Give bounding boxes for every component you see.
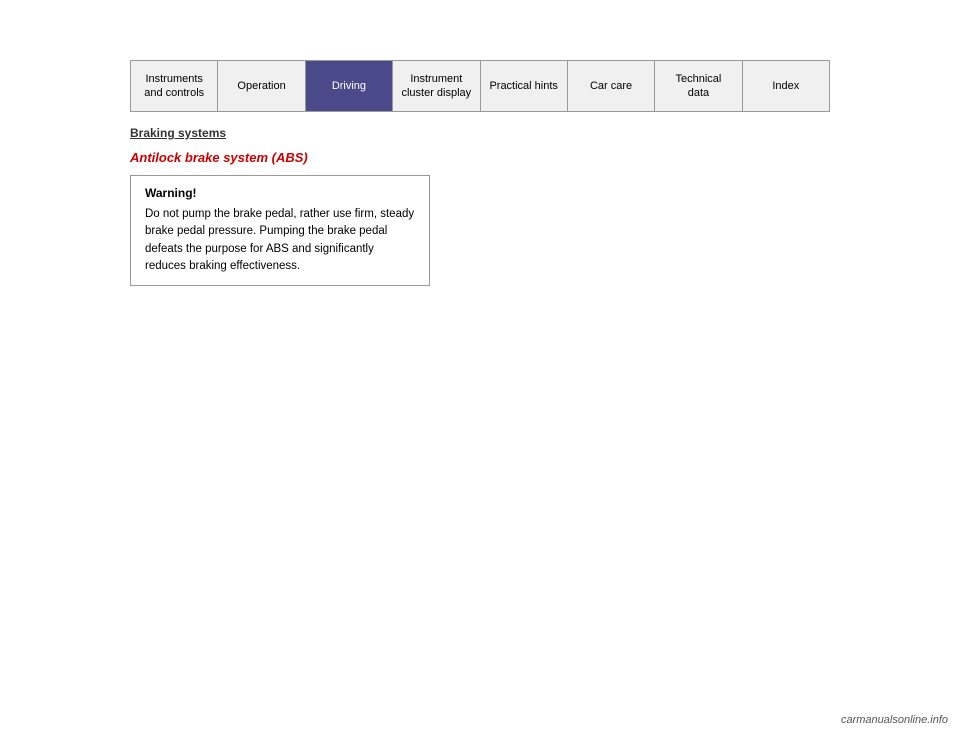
section-title: Braking systems: [130, 126, 830, 140]
nav-item-instrument-cluster[interactable]: Instrument cluster display: [393, 61, 480, 111]
subsection-title: Antilock brake system (ABS): [130, 150, 830, 165]
nav-item-operation[interactable]: Operation: [218, 61, 305, 111]
warning-text: Do not pump the brake pedal, rather use …: [145, 206, 415, 275]
warning-box: Warning! Do not pump the brake pedal, ra…: [130, 175, 430, 286]
nav-item-car-care[interactable]: Car care: [568, 61, 655, 111]
nav-item-practical-hints[interactable]: Practical hints: [481, 61, 568, 111]
footer-watermark: carmanualsonline.info: [841, 714, 948, 726]
page-container: Instruments and controls Operation Drivi…: [0, 60, 960, 738]
navigation-bar: Instruments and controls Operation Drivi…: [130, 60, 830, 112]
nav-label-practical-hints: Practical hints: [489, 79, 557, 93]
nav-label-driving: Driving: [332, 79, 366, 93]
nav-label-technical-data: Technical data: [676, 72, 722, 101]
nav-label-instruments: Instruments and controls: [144, 72, 204, 101]
nav-item-instruments[interactable]: Instruments and controls: [131, 61, 218, 111]
nav-item-technical-data[interactable]: Technical data: [655, 61, 742, 111]
nav-label-index: Index: [772, 79, 799, 93]
nav-label-operation: Operation: [237, 79, 285, 93]
nav-label-car-care: Car care: [590, 79, 632, 93]
nav-item-index[interactable]: Index: [743, 61, 829, 111]
nav-item-driving[interactable]: Driving: [306, 61, 393, 111]
nav-label-instrument-cluster: Instrument cluster display: [401, 72, 471, 101]
warning-title: Warning!: [145, 186, 415, 200]
content-area: Braking systems Antilock brake system (A…: [130, 126, 830, 286]
